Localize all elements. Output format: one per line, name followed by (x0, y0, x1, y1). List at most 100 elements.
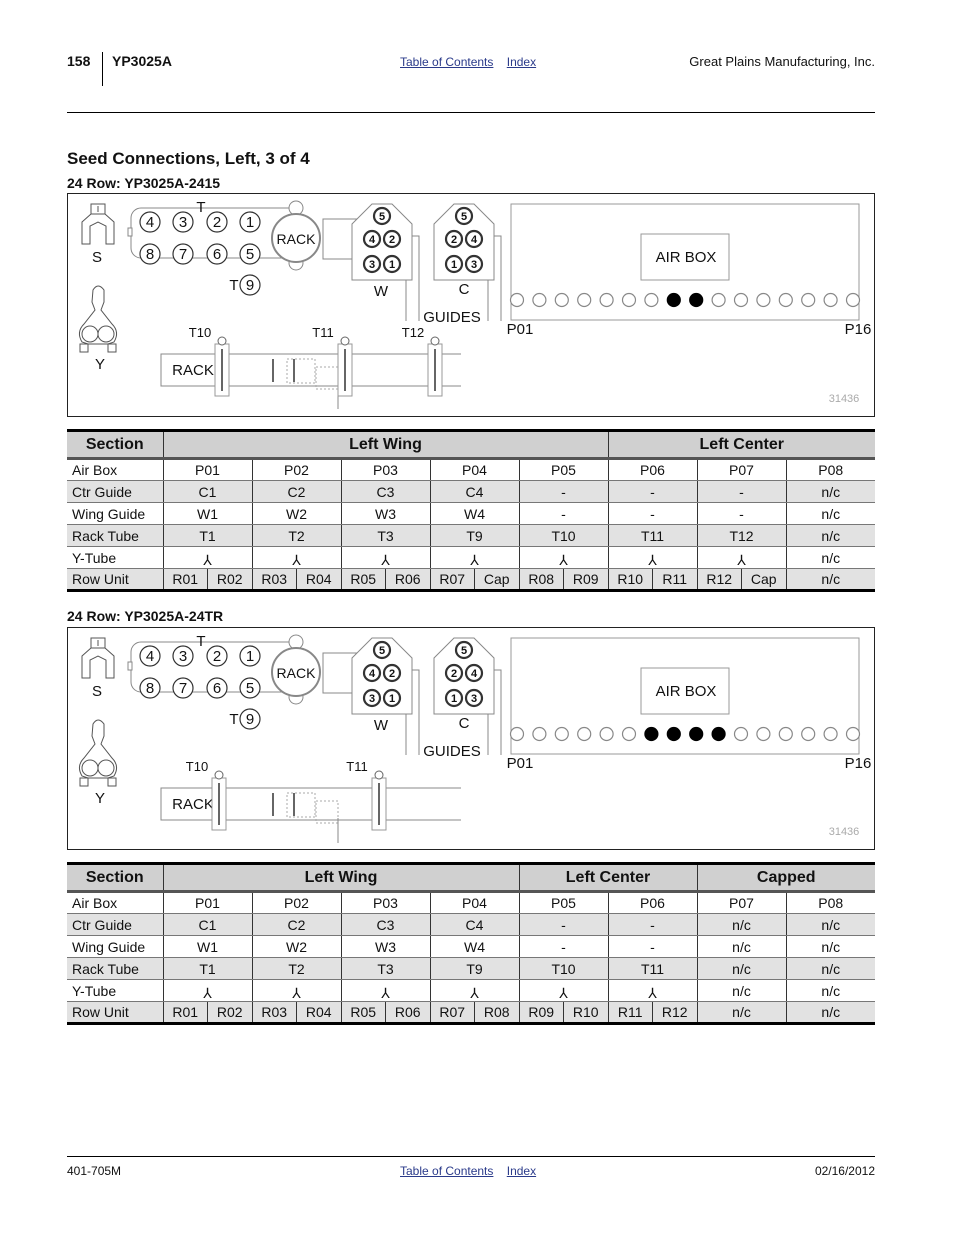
table-cell: W3 (340, 935, 430, 958)
header-divider (102, 52, 103, 86)
table-row: Wing Guide W1 W2 W3 W4- - n/c n/c (67, 935, 875, 958)
figure-number: 31436 (829, 826, 860, 838)
y-tube-cell: ⅄ (340, 979, 430, 1002)
rack-port-label: 7 (179, 680, 187, 697)
table-cell: - (696, 480, 786, 503)
y-tube-icon: ⅄ (648, 985, 657, 1001)
table-cell: T9 (429, 524, 519, 547)
rack-port: 4 (139, 211, 161, 233)
table-cell: Cap (741, 568, 786, 592)
table-cell: R06 (385, 568, 430, 592)
air-box-port (823, 292, 838, 308)
guide-port: 4 (362, 229, 382, 249)
air-box-port (599, 726, 614, 742)
table-cell: T2 (251, 957, 341, 980)
table-cell: C4 (429, 913, 519, 936)
y-tube-icon: ⅄ (559, 552, 568, 568)
row-label: Wing Guide (67, 502, 163, 525)
rack-port-label: 8 (146, 680, 154, 697)
guide-port: 3 (464, 254, 484, 274)
air-box-port (823, 726, 838, 742)
table-cell: R02 (207, 568, 252, 592)
column-header: Left Wing (162, 429, 608, 460)
guide-port-label: 5 (379, 645, 385, 657)
guide-port: 1 (444, 688, 464, 708)
guide-port-label: 1 (389, 259, 395, 271)
y-tube-label: Y (95, 356, 105, 373)
table-header-row: Section Left Wing Left Center Capped (67, 862, 875, 893)
guides-label: GUIDES (423, 309, 481, 326)
table-cell: n/c (785, 568, 875, 592)
table-cell: R02 (207, 1001, 252, 1025)
table-cell: W2 (251, 935, 341, 958)
page-header: 158 YP3025A Table of Contents Index Grea… (67, 50, 875, 90)
table-cell: n/c (785, 480, 875, 503)
rack-bar: RACK T10 T11 T12 (160, 325, 461, 409)
column-header: Left Wing (162, 862, 519, 893)
rack-port-label: 5 (246, 680, 254, 697)
table-cell: T1 (162, 957, 252, 980)
table-cell: P05 (518, 458, 608, 481)
table-of-contents-link[interactable]: Table of Contents (400, 1164, 493, 1178)
table-cell: - (696, 502, 786, 525)
table-cell: R04 (296, 568, 341, 592)
table-cell: P01 (162, 891, 252, 914)
header-nav: Table of Contents Index (400, 55, 546, 69)
table-cell: n/c (785, 935, 875, 958)
air-box: AIR BOX (509, 203, 861, 321)
y-tube-cell: ⅄ (607, 979, 697, 1002)
rack-port: 6 (206, 243, 228, 265)
column-header: Capped (696, 862, 875, 893)
port-first-label: P01 (507, 321, 534, 338)
seed-connection-diagram: S Y RACK T 4 3 2 1 8 7 6 5 T 9 5 4 2 3 1 5 2 4 1 3 W C GUIDES RACK T… (67, 627, 875, 850)
rack-port: 7 (172, 243, 194, 265)
table-cell: T1 (162, 524, 252, 547)
row-label: Air Box (67, 458, 163, 481)
company-name: Great Plains Manufacturing, Inc. (689, 54, 875, 69)
air-box-port (532, 726, 547, 742)
y-tube-icon: ⅄ (381, 552, 390, 568)
table-cell: P08 (785, 458, 875, 481)
table-cell: n/c (696, 935, 786, 958)
document-code: YP3025A (112, 53, 172, 69)
rack-tube-t-label: T (196, 199, 205, 216)
guide-port: 5 (372, 640, 392, 660)
table-cell: C1 (162, 913, 252, 936)
ctr-guide-label: C (459, 715, 470, 732)
index-link[interactable]: Index (507, 1164, 536, 1178)
air-box-port-active (689, 726, 704, 742)
guide-port: 2 (444, 229, 464, 249)
rack-port: 5 (239, 243, 261, 265)
guide-port-label: 5 (461, 645, 467, 657)
table-cell: W4 (429, 502, 519, 525)
y-tube-cell: ⅄ (251, 546, 341, 569)
guide-port-label: 3 (369, 259, 375, 271)
guide-port-label: 2 (389, 668, 395, 680)
table-row: Air Box P01 P02 P03 P04 P05 P06 P07 P08 (67, 891, 875, 914)
ctr-guide: 52 4 1 3 (433, 203, 502, 321)
table-cell: P03 (340, 891, 430, 914)
y-tube-icon: ⅄ (203, 552, 212, 568)
port-last-label: P16 (845, 321, 872, 338)
air-box-port (509, 726, 525, 742)
wing-guide-label: W (374, 283, 389, 300)
table-cell: - (607, 480, 697, 503)
rack-port: 2 (206, 645, 228, 667)
table-cell: R01 (162, 568, 208, 592)
guide-port-label: 4 (369, 668, 376, 680)
rack-port: 2 (206, 211, 228, 233)
table-cell: R12 (696, 568, 742, 592)
guide-port: 5 (454, 206, 474, 226)
guide-port-label: 3 (471, 259, 477, 271)
air-box-port (756, 292, 771, 308)
table-row: Rack Tube T1 T2 T3 T9 T10 T11 n/c n/c (67, 957, 875, 980)
rack-port-label: 4 (146, 648, 154, 665)
table-of-contents-link[interactable]: Table of Contents (400, 55, 493, 69)
rack-port: 3 (172, 211, 194, 233)
rack-port-label: 8 (146, 246, 154, 263)
table-cell: T2 (251, 524, 341, 547)
table-cell: W3 (340, 502, 430, 525)
y-tube-cell: ⅄ (162, 546, 252, 569)
index-link[interactable]: Index (507, 55, 536, 69)
rack-port: 3 (172, 645, 194, 667)
